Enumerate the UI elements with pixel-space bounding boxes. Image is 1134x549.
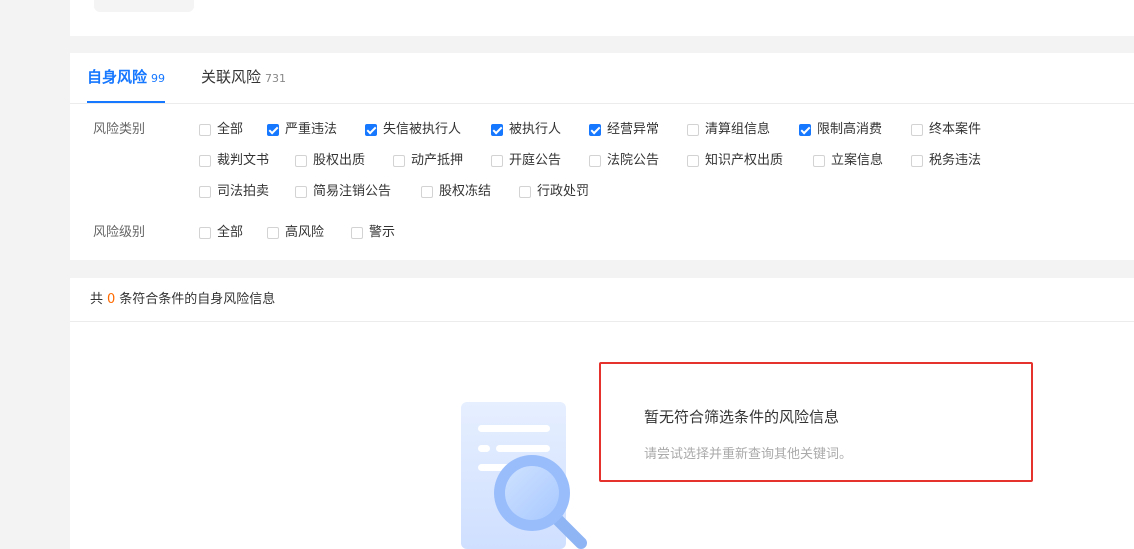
option-label: 经营异常 [607,122,660,137]
category-option-judgment[interactable]: 裁判文书 [199,152,269,170]
checkbox[interactable] [911,155,923,167]
tab-self-risk[interactable]: 自身风险 99 [87,67,166,103]
checkbox[interactable] [491,155,503,167]
result-header: 共 0 条符合条件的自身风险信息 [70,278,1134,322]
checkbox[interactable] [589,124,601,136]
level-option-all[interactable]: 全部 [199,224,243,242]
category-option-serious-violation[interactable]: 严重违法 [267,121,337,139]
category-option-consumption-restriction[interactable]: 限制高消费 [799,121,882,139]
tab-related-risk[interactable]: 关联风险 731 [201,67,286,103]
option-label: 司法拍卖 [217,184,270,199]
option-label: 立案信息 [831,153,884,168]
option-label: 高风险 [285,225,325,240]
tab-related-risk-label: 关联风险 [201,68,262,86]
risk-level-label: 风险级别 [93,225,146,240]
level-option-warning[interactable]: 警示 [351,224,395,242]
checkbox[interactable] [491,124,503,136]
option-label: 严重违法 [285,122,338,137]
category-option-simple-deregistration[interactable]: 简易注销公告 [295,183,391,201]
checkbox[interactable] [199,227,211,239]
category-option-executee[interactable]: 被执行人 [491,121,561,139]
checkbox[interactable] [267,124,279,136]
category-option-liquidation[interactable]: 清算组信息 [687,121,770,139]
empty-state-highlight-box: 暂无符合筛选条件的风险信息 请尝试选择并重新查询其他关键词。 [599,362,1033,482]
tab-self-risk-label: 自身风险 [87,68,148,86]
option-label: 失信被执行人 [383,122,462,137]
result-card: 共 0 条符合条件的自身风险信息 暂无符合筛选条件的风险信息 请尝试选择并重新查询其… [70,278,1134,549]
checkbox[interactable] [421,186,433,198]
top-card-element [94,0,194,12]
option-label: 股权冻结 [439,184,492,199]
result-count-prefix: 共 [90,292,104,307]
result-count-number: 0 [107,292,116,307]
result-count-line: 共 0 条符合条件的自身风险信息 [90,291,275,309]
category-option-dishonest-executee[interactable]: 失信被执行人 [365,121,461,139]
category-option-equity-freeze[interactable]: 股权冻结 [421,183,491,201]
category-option-abnormal-operation[interactable]: 经营异常 [589,121,659,139]
category-option-judicial-auction[interactable]: 司法拍卖 [199,183,269,201]
empty-state-title: 暂无符合筛选条件的风险信息 [644,408,840,426]
checkbox[interactable] [199,186,211,198]
option-label: 知识产权出质 [705,153,784,168]
empty-search-illustration-icon [461,402,587,549]
option-label: 全部 [217,225,244,240]
category-option-case-filing[interactable]: 立案信息 [813,152,883,170]
checkbox[interactable] [813,155,825,167]
checkbox[interactable] [267,227,279,239]
category-option-ip-pledge[interactable]: 知识产权出质 [687,152,783,170]
option-label: 法院公告 [607,153,660,168]
top-card [70,0,1134,36]
option-label: 限制高消费 [817,122,883,137]
option-label: 全部 [217,122,244,137]
checkbox[interactable] [799,124,811,136]
risk-category-label: 风险类别 [93,122,146,137]
category-option-equity-pledge[interactable]: 股权出质 [295,152,365,170]
checkbox[interactable] [687,155,699,167]
checkbox[interactable] [199,124,211,136]
checkbox[interactable] [911,124,923,136]
category-option-all[interactable]: 全部 [199,121,243,139]
category-option-tax-violation[interactable]: 税务违法 [911,152,981,170]
checkbox[interactable] [589,155,601,167]
option-label: 被执行人 [509,122,562,137]
option-label: 清算组信息 [705,122,771,137]
checkbox[interactable] [687,124,699,136]
checkbox[interactable] [365,124,377,136]
category-option-administrative-penalty[interactable]: 行政处罚 [519,183,589,201]
checkbox[interactable] [199,155,211,167]
category-option-court-notice[interactable]: 法院公告 [589,152,659,170]
level-option-high-risk[interactable]: 高风险 [267,224,324,242]
option-label: 动产抵押 [411,153,464,168]
checkbox[interactable] [295,186,307,198]
checkbox[interactable] [351,227,363,239]
filter-card: 自身风险 99 关联风险 731 风险类别 风险级别 全部 严重违法 失信被执行人 … [70,53,1134,260]
option-label: 终本案件 [929,122,982,137]
tab-related-risk-count: 731 [265,72,287,85]
option-label: 行政处罚 [537,184,590,199]
option-label: 警示 [369,225,396,240]
checkbox[interactable] [295,155,307,167]
option-label: 税务违法 [929,153,982,168]
checkbox[interactable] [393,155,405,167]
checkbox[interactable] [519,186,531,198]
risk-tabs: 自身风险 99 关联风险 731 [70,53,1134,104]
option-label: 开庭公告 [509,153,562,168]
category-option-terminated-case[interactable]: 终本案件 [911,121,981,139]
option-label: 简易注销公告 [313,184,392,199]
result-count-suffix: 条符合条件的自身风险信息 [119,292,276,307]
category-option-hearing-notice[interactable]: 开庭公告 [491,152,561,170]
option-label: 裁判文书 [217,153,270,168]
category-option-chattel-mortgage[interactable]: 动产抵押 [393,152,463,170]
option-label: 股权出质 [313,153,366,168]
empty-state-subtitle: 请尝试选择并重新查询其他关键词。 [644,447,853,462]
tab-self-risk-count: 99 [151,72,166,85]
